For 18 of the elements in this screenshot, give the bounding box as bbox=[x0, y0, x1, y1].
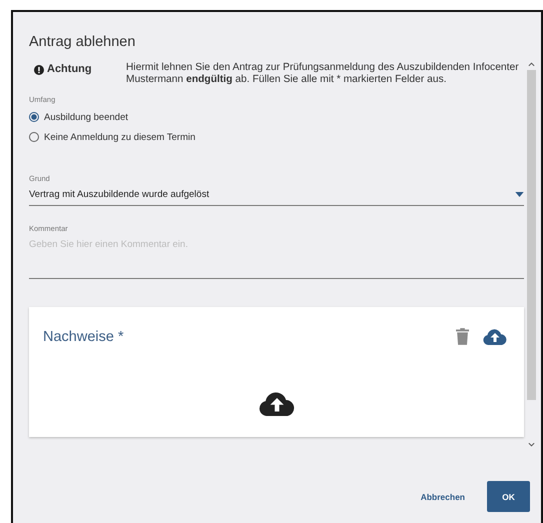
radio-label[interactable]: Ausbildung beendet bbox=[44, 112, 128, 122]
exclamation-icon bbox=[34, 65, 44, 75]
reason-dropdown[interactable]: Vertrag mit Auszubildende wurde aufgelöst bbox=[29, 183, 524, 206]
upload-icon[interactable] bbox=[258, 392, 294, 416]
chevron-down-icon[interactable] bbox=[528, 442, 535, 447]
upload-icon[interactable] bbox=[483, 328, 507, 344]
chevron-up-icon[interactable] bbox=[528, 62, 535, 67]
notice-text: Hiermit lehnen Sie den Antrag zur Prüfungsanmeldung des Auszubildenden Infocenter Mustermann endgültig ab. Füllen Sie alle mit * markierten Felder aus. bbox=[126, 62, 520, 85]
ok-button[interactable]: OK bbox=[487, 481, 530, 512]
cancel-button[interactable]: Abbrechen bbox=[420, 488, 465, 506]
dialog-title: Antrag ablehnen bbox=[29, 34, 136, 52]
trash-icon[interactable] bbox=[456, 328, 469, 345]
radio-button[interactable] bbox=[29, 132, 39, 142]
caret-icon bbox=[515, 192, 524, 197]
radio-label[interactable]: Keine Anmeldung zu diesem Termin bbox=[44, 132, 196, 142]
radio-button[interactable] bbox=[29, 112, 39, 122]
card-title: Nachweise * bbox=[43, 328, 125, 344]
notice-label: Achtung bbox=[47, 64, 92, 76]
